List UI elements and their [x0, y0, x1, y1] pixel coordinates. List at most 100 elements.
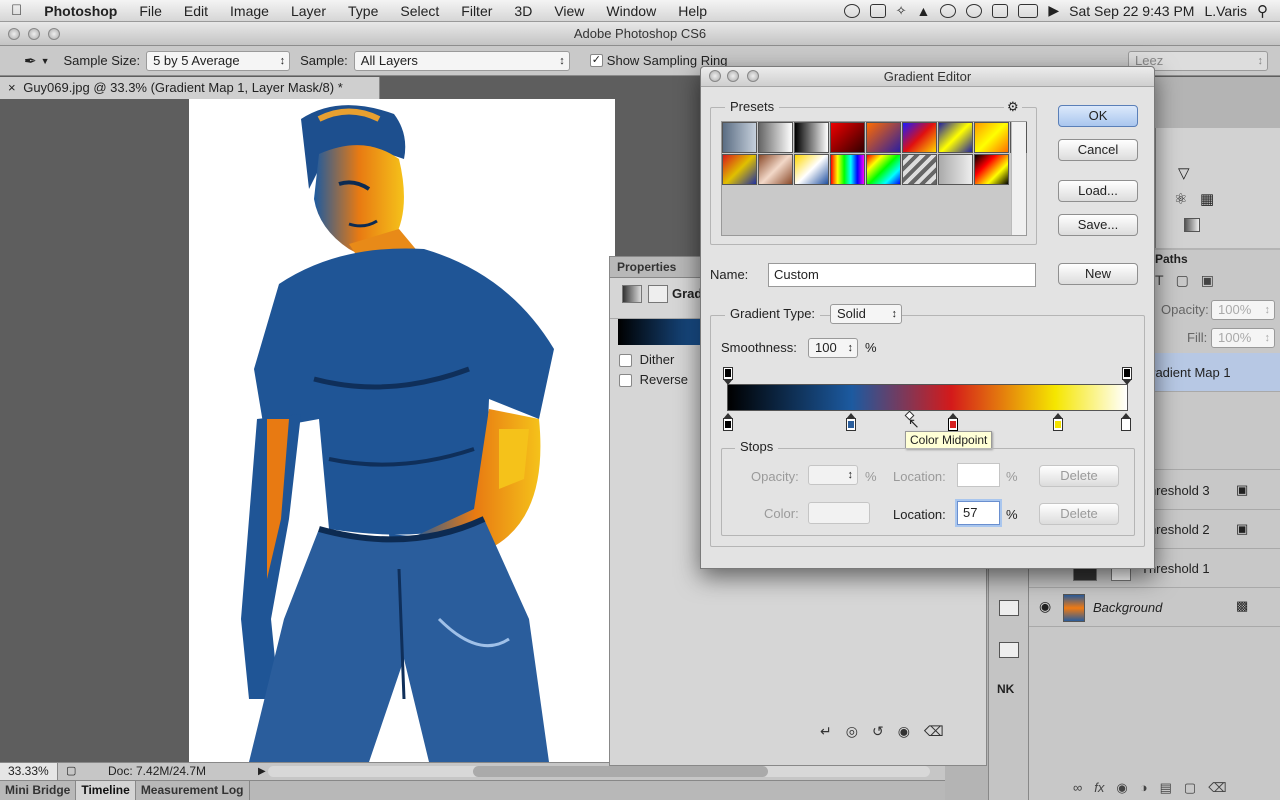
minimize-window-button[interactable]: [28, 28, 40, 40]
clip-to-layer-icon[interactable]: ↵: [820, 723, 832, 743]
reverse-row[interactable]: Reverse: [619, 372, 688, 388]
menu-view[interactable]: View: [543, 3, 595, 19]
dither-row[interactable]: Dither: [619, 352, 674, 368]
sample-size-select[interactable]: 5 by 5 Average: [146, 50, 291, 71]
smoothness-field[interactable]: 100: [808, 338, 858, 358]
preset-swatch[interactable]: [794, 154, 829, 185]
menu-app-name[interactable]: Photoshop: [33, 3, 128, 19]
menu-3d[interactable]: 3D: [503, 3, 543, 19]
tab-measurement-log[interactable]: Measurement Log: [136, 781, 250, 800]
new-group-icon[interactable]: ▤: [1160, 780, 1172, 796]
opacity-field[interactable]: 100%: [1211, 300, 1275, 320]
zoom-window-button[interactable]: [48, 28, 60, 40]
preset-swatch[interactable]: [722, 122, 757, 153]
preset-swatch[interactable]: [974, 154, 1009, 185]
dialog-title-bar[interactable]: Gradient Editor: [701, 67, 1154, 87]
battery-icon[interactable]: [1018, 3, 1039, 18]
menu-select[interactable]: Select: [389, 3, 450, 19]
nik-plugin-icon[interactable]: NK: [997, 682, 1014, 696]
dialog-close-button[interactable]: [709, 70, 721, 82]
clock[interactable]: Sat Sep 22 9:43 PM: [1069, 3, 1194, 19]
reset-icon[interactable]: ↺: [872, 723, 884, 743]
time-machine-icon[interactable]: [940, 3, 957, 18]
status-menu-arrow-icon[interactable]: ▶: [258, 763, 266, 780]
tab-paths[interactable]: Paths: [1155, 252, 1188, 266]
user-name[interactable]: L.Varis: [1204, 3, 1247, 19]
ok-button[interactable]: OK: [1058, 105, 1138, 127]
fill-field[interactable]: 100%: [1211, 328, 1275, 348]
menu-filter[interactable]: Filter: [450, 3, 503, 19]
menu-type[interactable]: Type: [337, 3, 389, 19]
gradient-type-select[interactable]: Solid: [830, 304, 902, 324]
volume-icon[interactable]: ▶: [1048, 2, 1059, 19]
delete-color-stop-button[interactable]: Delete: [1039, 503, 1119, 525]
opacity-location-field[interactable]: [957, 463, 1000, 487]
preset-swatch[interactable]: [866, 154, 901, 185]
channel-mixer-icon[interactable]: ▦: [1200, 190, 1214, 208]
apple-icon[interactable]: : [0, 2, 33, 19]
preset-swatch[interactable]: [722, 154, 757, 185]
opacity-stop-right[interactable]: [1122, 367, 1132, 385]
name-field[interactable]: Custom: [768, 263, 1036, 287]
creative-cloud-icon[interactable]: [843, 3, 860, 18]
scrollbar-thumb[interactable]: [473, 766, 768, 777]
preset-swatch[interactable]: [758, 122, 793, 153]
history-panel-icon[interactable]: [999, 600, 1019, 616]
wifi-icon[interactable]: ▲: [917, 3, 931, 19]
tab-mini-bridge[interactable]: Mini Bridge: [0, 781, 77, 800]
show-sampling-ring-checkbox[interactable]: ✓: [589, 54, 603, 67]
preset-swatch[interactable]: [902, 122, 937, 153]
preset-swatch[interactable]: [902, 154, 937, 185]
menu-file[interactable]: File: [128, 3, 173, 19]
color-balance-icon[interactable]: ⚛: [1174, 190, 1187, 208]
new-adjustment-icon[interactable]: ◑: [1140, 780, 1148, 796]
delete-opacity-stop-button[interactable]: Delete: [1039, 465, 1119, 487]
eyedropper-tool-icon[interactable]: ✒: [24, 52, 37, 70]
horizontal-scrollbar[interactable]: [268, 766, 930, 777]
sample-select[interactable]: All Layers: [353, 50, 570, 71]
reverse-checkbox[interactable]: [619, 374, 632, 388]
visibility-icon[interactable]: ◉: [898, 723, 910, 743]
actions-panel-icon[interactable]: [999, 642, 1019, 658]
cancel-button[interactable]: Cancel: [1058, 139, 1138, 161]
presets-scrollbar[interactable]: [1011, 122, 1026, 235]
zoom-level[interactable]: 33.33%: [0, 763, 58, 780]
tab-timeline[interactable]: Timeline: [76, 781, 136, 800]
color-stop[interactable]: [1121, 413, 1131, 431]
preset-swatch[interactable]: [938, 154, 973, 185]
menu-window[interactable]: Window: [595, 3, 667, 19]
properties-gradient-preview[interactable]: [618, 319, 708, 345]
layer-style-icon[interactable]: fx: [1094, 780, 1104, 796]
spotlight-search-icon[interactable]: ⚲: [1257, 2, 1268, 20]
opacity-stop-field[interactable]: [808, 465, 858, 485]
eye-visibility-icon[interactable]: ◉: [1039, 598, 1051, 615]
new-gradient-button[interactable]: New: [1058, 263, 1138, 285]
load-button[interactable]: Load...: [1058, 180, 1138, 202]
location-field[interactable]: 57: [957, 501, 1000, 525]
color-stop[interactable]: [723, 413, 733, 431]
view-previous-icon[interactable]: ◎: [846, 723, 858, 743]
dialog-zoom-button[interactable]: [747, 70, 759, 82]
preset-swatch[interactable]: [938, 122, 973, 153]
close-tab-icon[interactable]: ×: [8, 80, 16, 95]
display-icon[interactable]: [992, 3, 1009, 18]
color-stop[interactable]: [846, 413, 856, 431]
menu-help[interactable]: Help: [667, 3, 718, 19]
menu-image[interactable]: Image: [219, 3, 280, 19]
link-layers-icon[interactable]: ∞: [1073, 780, 1082, 796]
document-tab[interactable]: × Guy069.jpg @ 33.3% (Gradient Map 1, La…: [0, 77, 380, 99]
add-mask-icon[interactable]: ◉: [1116, 780, 1127, 796]
menu-layer[interactable]: Layer: [280, 3, 337, 19]
save-gradient-button[interactable]: Save...: [1058, 214, 1138, 236]
filter-shape-icon[interactable]: ▢: [1176, 272, 1189, 289]
new-layer-icon[interactable]: ▢: [1184, 780, 1196, 796]
filter-type-icon[interactable]: T: [1155, 272, 1164, 289]
mask-icon[interactable]: [648, 285, 668, 303]
tool-preset-chevron-icon[interactable]: ▼: [41, 56, 50, 66]
preset-swatch[interactable]: [794, 122, 829, 153]
menu-edit[interactable]: Edit: [173, 3, 219, 19]
screen-icon[interactable]: [869, 3, 886, 18]
gradient-map-icon[interactable]: [1184, 218, 1200, 232]
preset-swatch[interactable]: [830, 154, 865, 185]
color-stop-swatch[interactable]: [808, 502, 870, 524]
